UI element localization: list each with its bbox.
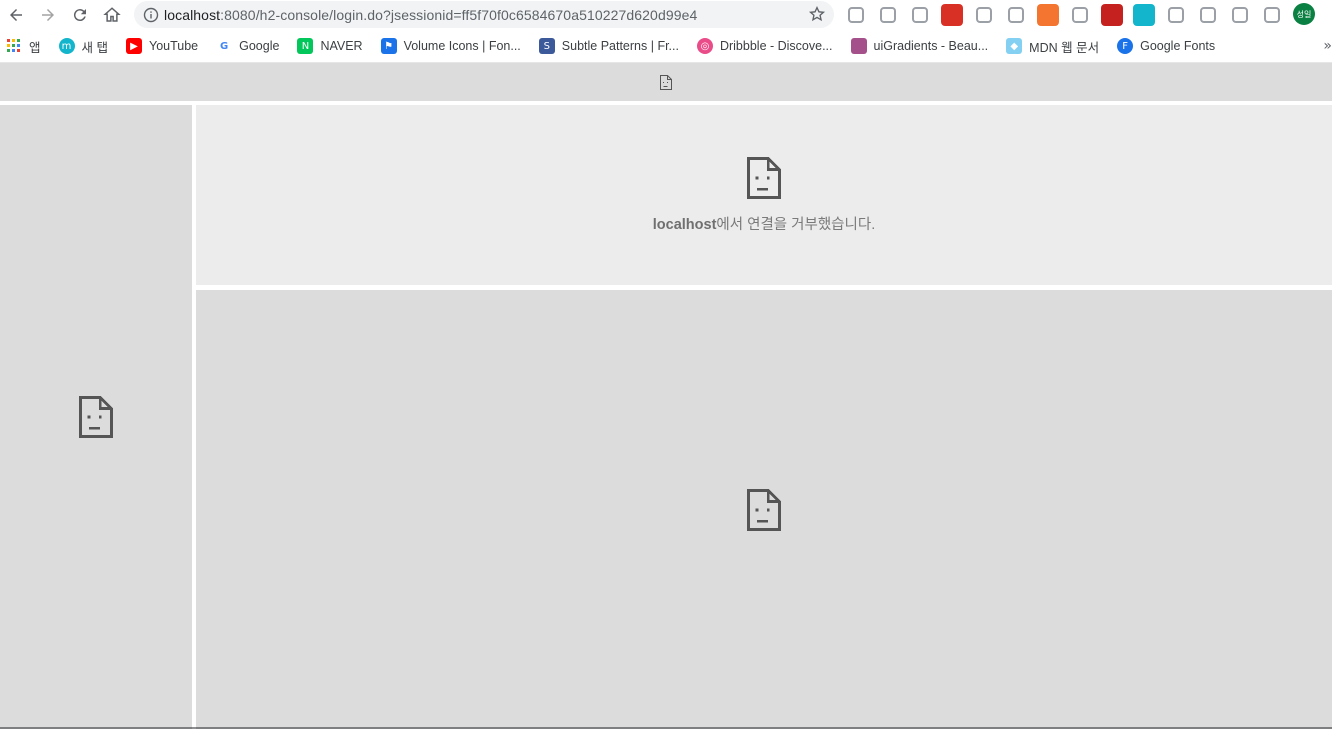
bookmarks-overflow-icon[interactable]: » xyxy=(1323,38,1332,54)
apps-grid-icon xyxy=(6,38,22,54)
color-picker-extension-icon[interactable] xyxy=(1008,7,1024,23)
new-tab-icon: m xyxy=(58,38,75,54)
arrow-left-icon xyxy=(10,9,22,21)
uigradients-icon xyxy=(850,38,867,54)
reload-button[interactable] xyxy=(64,0,96,30)
extensions-area xyxy=(840,0,1288,30)
grid-extension-icon[interactable] xyxy=(976,7,992,23)
bookmark-item[interactable]: S Subtle Patterns | Fr... xyxy=(538,32,687,60)
connection-refused-message: localhost에서 연결을 거부했습니다. xyxy=(653,213,875,234)
window-extension-icon[interactable] xyxy=(1072,7,1088,23)
url-text[interactable]: localhost:8080/h2-console/login.do?jsess… xyxy=(164,7,697,23)
bookmark-item[interactable]: G Google xyxy=(216,32,287,60)
bookmark-label: NAVER xyxy=(320,39,363,53)
eyedropper-extension-icon[interactable] xyxy=(880,7,896,23)
home-icon xyxy=(103,7,121,22)
bookmark-label: Google Fonts xyxy=(1140,39,1216,53)
bookmark-item[interactable]: uiGradients - Beau... xyxy=(850,32,997,60)
frameset: localhost에서 연결을 거부했습니다. xyxy=(0,64,1332,729)
puzzle-extension-icon[interactable] xyxy=(1232,7,1248,23)
bookmark-label: MDN 웹 문서 xyxy=(1029,40,1100,55)
bookmark-label: Volume Icons | Fon... xyxy=(403,39,521,53)
reload-icon xyxy=(73,9,86,22)
mdn-icon: ◆ xyxy=(1006,38,1023,54)
google-icon: G xyxy=(220,40,229,52)
bookmark-item[interactable]: F Google Fonts xyxy=(1117,32,1223,60)
bookmark-item[interactable]: 앱 xyxy=(6,32,49,60)
subtle-patterns-icon: S xyxy=(538,38,555,54)
left-frame xyxy=(0,105,192,729)
bookmark-item[interactable]: ▶ YouTube xyxy=(126,32,206,60)
bookmark-item[interactable]: N NAVER xyxy=(297,32,370,60)
bookmark-label: 새 탭 xyxy=(81,40,108,55)
bookmark-label: Dribbble - Discove... xyxy=(719,39,833,53)
forward-button[interactable] xyxy=(32,0,64,30)
bookmark-label: uiGradients - Beau... xyxy=(873,39,989,53)
url-host: localhost xyxy=(164,6,221,23)
sad-page-icon xyxy=(747,488,781,531)
info-icon[interactable] xyxy=(138,1,164,28)
hammer-extension-icon[interactable] xyxy=(912,7,928,23)
error-host: localhost xyxy=(652,216,717,233)
counter-extension-icon[interactable] xyxy=(941,4,963,26)
result-frame xyxy=(196,290,1332,729)
sad-page-icon xyxy=(660,75,672,90)
url-path: :8080/h2-console/login.do?jsessionid=ff5… xyxy=(220,6,698,23)
header-frame xyxy=(0,64,1332,101)
ex-extension-icon[interactable] xyxy=(1037,4,1059,26)
google-fonts-icon: F xyxy=(1117,38,1134,54)
sad-page-icon xyxy=(79,396,113,438)
bookmark-label: YouTube xyxy=(149,39,199,53)
pdf-extension-icon[interactable] xyxy=(848,7,864,23)
bookmark-star-icon[interactable] xyxy=(808,5,826,23)
address-bar[interactable]: localhost:8080/h2-console/login.do?jsess… xyxy=(134,1,834,28)
bookmark-item[interactable]: ◎ Dribbble - Discove... xyxy=(696,32,841,60)
youtube-icon: ▶ xyxy=(126,38,142,54)
dribbble-icon: ◎ xyxy=(696,38,713,54)
bookmarks-bar: 앱 m 새 탭 ▶ YouTube G Google N NAVER ⚑ Volume Icons … xyxy=(0,30,1332,63)
flag-icon: ⚑ xyxy=(380,38,397,54)
bookmark-label: Google xyxy=(239,39,280,53)
gear-extension-icon[interactable] xyxy=(1168,7,1184,23)
sheet-extension-icon[interactable] xyxy=(1200,7,1216,23)
bookmark-item[interactable]: ⚑ Volume Icons | Fon... xyxy=(380,32,529,60)
playlist-extension-icon[interactable] xyxy=(1264,7,1280,23)
naver-icon: N xyxy=(297,38,314,54)
bookmark-item[interactable]: ◆ MDN 웹 문서 xyxy=(1006,32,1107,60)
error-message: 에서 연결을 거부했습니다. xyxy=(716,216,876,233)
bookmark-label: Subtle Patterns | Fr... xyxy=(561,39,679,53)
bookmark-label: 앱 xyxy=(29,40,41,55)
home-button[interactable] xyxy=(96,0,128,30)
error-frame: localhost에서 연결을 거부했습니다. xyxy=(196,105,1332,285)
browser-toolbar: localhost:8080/h2-console/login.do?jsess… xyxy=(0,0,1332,30)
m-extension-icon[interactable] xyxy=(1133,4,1155,26)
sad-page-icon xyxy=(747,156,781,199)
profile-avatar[interactable]: 성일 xyxy=(1293,3,1315,25)
forward-extension-icon[interactable] xyxy=(1101,4,1123,26)
arrow-right-icon xyxy=(42,9,54,21)
bookmark-item[interactable]: m새 탭 xyxy=(58,32,116,60)
back-button[interactable] xyxy=(0,0,32,30)
